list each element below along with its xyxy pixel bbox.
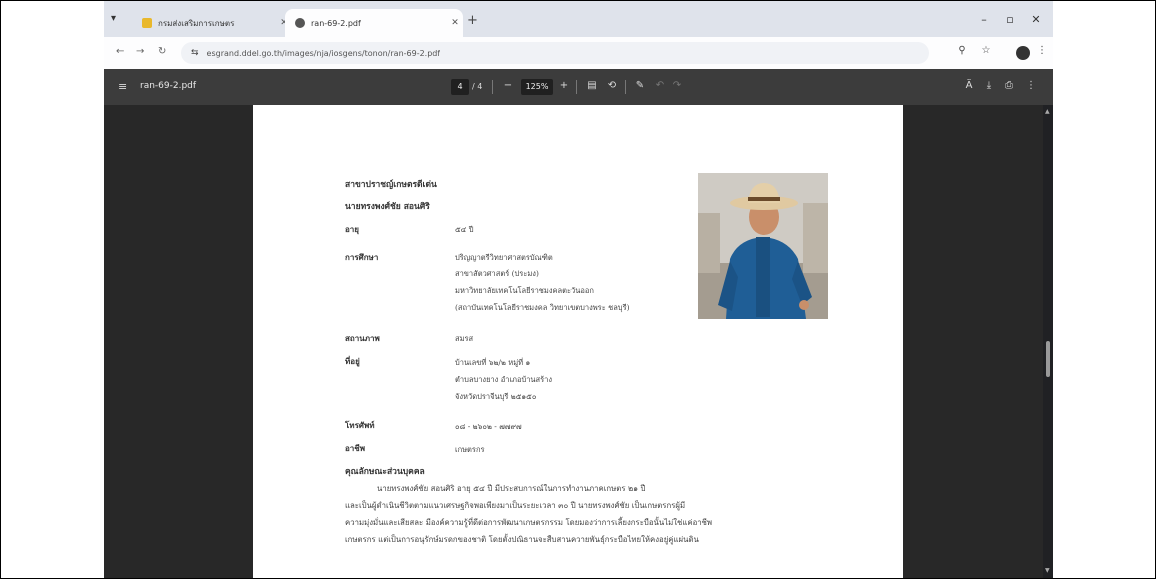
field-label: สถานภาพ (345, 333, 380, 343)
portrait-photo (698, 173, 828, 319)
close-tab-icon[interactable]: ✕ (447, 18, 463, 28)
page-number-input[interactable]: 4 (451, 79, 469, 95)
download-icon[interactable]: ⤓ (982, 80, 996, 91)
pdf-filename: ran-69-2.pdf (140, 81, 197, 91)
bookmark-star-icon[interactable]: ☆ (978, 45, 994, 56)
field-value: มหาวิทยาลัยเทคโนโลยีราชมงคลตะวันออก (455, 286, 594, 295)
tab-search-icon[interactable]: ▾ (111, 13, 125, 27)
field-label: โทรศัพท์ (345, 420, 375, 430)
tab-pdf[interactable]: ran-69-2.pdf ✕ (285, 9, 463, 37)
undo-icon[interactable]: ↶ (653, 80, 667, 91)
field-value: สาขาสัตวศาสตร์ (ประมง) (455, 269, 539, 278)
field-value: บ้านเลขที่ ๖๒/๒ หมู่ที่ ๑ (455, 358, 531, 367)
page-total: / 4 (472, 82, 483, 91)
print-icon[interactable]: ⎙ (1002, 80, 1016, 91)
profile-avatar[interactable] (1016, 46, 1030, 60)
field-value: สมรส (455, 334, 474, 343)
tab-title: ran-69-2.pdf (311, 18, 361, 28)
menu-dots-icon[interactable]: ⋮ (1034, 45, 1050, 56)
site-info-icon[interactable]: ⇆ (191, 48, 199, 58)
fit-page-icon[interactable]: ▤ (585, 80, 599, 91)
redo-icon[interactable]: ↷ (670, 80, 684, 91)
reload-icon[interactable]: ↻ (158, 46, 166, 57)
tab-grom-songserm[interactable]: กรมส่งเสริมการเกษตร ✕ (132, 9, 292, 37)
maximize-icon[interactable]: ▫ (1000, 13, 1020, 26)
close-window-icon[interactable]: ✕ (1026, 13, 1046, 26)
paragraph-line: นายทรงพงศ์ชัย สอนศิริ อายุ ๕๔ ปี มีประสบ… (377, 484, 646, 493)
paragraph-line: ความมุ่งมั่นและเสียสละ มีองค์ความรู้ที่ด… (345, 518, 713, 527)
minimize-icon[interactable]: – (974, 13, 994, 26)
person-name: นายทรงพงศ์ชัย สอนศิริ (345, 202, 430, 212)
pdf-page: สาขาปราชญ์เกษตรดีเด่น นายทรงพงศ์ชัย สอนศ… (253, 105, 903, 578)
scrollbar-thumb[interactable] (1046, 341, 1050, 377)
field-value: ตำบลบางยาง อำเภอบ้านสร้าง (455, 375, 553, 384)
favicon-icon (142, 18, 152, 28)
paragraph-line: เกษตรกร แต่เป็นการอนุรักษ์มรดกของชาติ โด… (345, 535, 699, 544)
zoom-in-icon[interactable]: + (557, 80, 571, 91)
pdf-toolbar: ≡ ran-69-2.pdf 4 / 4 − 125% + ▤ ⟲ ✎ ↶ ↷ … (104, 69, 1053, 105)
field-label: การศึกษา (345, 252, 379, 262)
sidebar-menu-icon[interactable]: ≡ (118, 80, 127, 93)
paragraph-line: และเป็นผู้ดำเนินชีวิตตามแนวเศรษฐกิจพอเพี… (345, 501, 686, 510)
more-options-icon[interactable]: ⋮ (1024, 80, 1038, 91)
divider (576, 80, 577, 94)
field-value: (สถาบันเทคโนโลยีราชมงคล วิทยาเขตบางพระ ช… (455, 303, 630, 312)
zoom-icon[interactable]: ⚲ (954, 45, 970, 56)
navigation-bar: ← → ↻ ⇆ esgrand.ddel.go.th/images/nja/io… (104, 37, 1053, 70)
vertical-scrollbar[interactable]: ▲ ▼ (1043, 105, 1053, 578)
field-value: ๕๔ ปี (455, 225, 474, 234)
address-bar[interactable]: ⇆ esgrand.ddel.go.th/images/nja/iosgens/… (181, 42, 929, 64)
new-tab-icon[interactable]: + (467, 13, 478, 28)
screenshot-frame: ▾ กรมส่งเสริมการเกษตร ✕ ran-69-2.pdf ✕ +… (0, 0, 1156, 579)
traits-heading: คุณลักษณะส่วนบุคคล (345, 467, 425, 477)
zoom-out-icon[interactable]: − (501, 80, 515, 91)
back-icon[interactable]: ← (116, 46, 124, 57)
divider (625, 80, 626, 94)
field-value: ๐๘ - ๒๖๐๒ - ๗๗๙๗ (455, 422, 522, 431)
scroll-down-icon[interactable]: ▼ (1045, 567, 1050, 574)
field-value: เกษตรกร (455, 445, 485, 454)
globe-icon (295, 18, 305, 28)
portrait-illustration (698, 173, 828, 319)
zoom-level-input[interactable]: 125% (521, 79, 553, 95)
section-title: สาขาปราชญ์เกษตรดีเด่น (345, 180, 437, 190)
field-label: ที่อยู่ (345, 356, 360, 366)
field-label: อายุ (345, 224, 359, 234)
tab-strip: ▾ กรมส่งเสริมการเกษตร ✕ ran-69-2.pdf ✕ +… (104, 1, 1053, 37)
field-label: อาชีพ (345, 443, 365, 453)
text-select-icon[interactable]: Ä (962, 80, 976, 91)
forward-icon[interactable]: → (136, 46, 144, 57)
divider (492, 80, 493, 94)
scroll-up-icon[interactable]: ▲ (1045, 108, 1050, 115)
tab-title: กรมส่งเสริมการเกษตร (158, 18, 235, 28)
field-value: จังหวัดปราจีนบุรี ๒๕๑๕๐ (455, 392, 537, 401)
browser-window: ▾ กรมส่งเสริมการเกษตร ✕ ran-69-2.pdf ✕ +… (104, 1, 1053, 578)
pdf-viewer[interactable]: สาขาปราชญ์เกษตรดีเด่น นายทรงพงศ์ชัย สอนศ… (104, 105, 1053, 578)
url-text[interactable]: esgrand.ddel.go.th/images/nja/iosgens/to… (207, 49, 441, 58)
rotate-icon[interactable]: ⟲ (605, 80, 619, 91)
annotate-icon[interactable]: ✎ (633, 80, 647, 91)
field-value: ปริญญาตรีวิทยาศาสตรบัณฑิต (455, 253, 553, 262)
